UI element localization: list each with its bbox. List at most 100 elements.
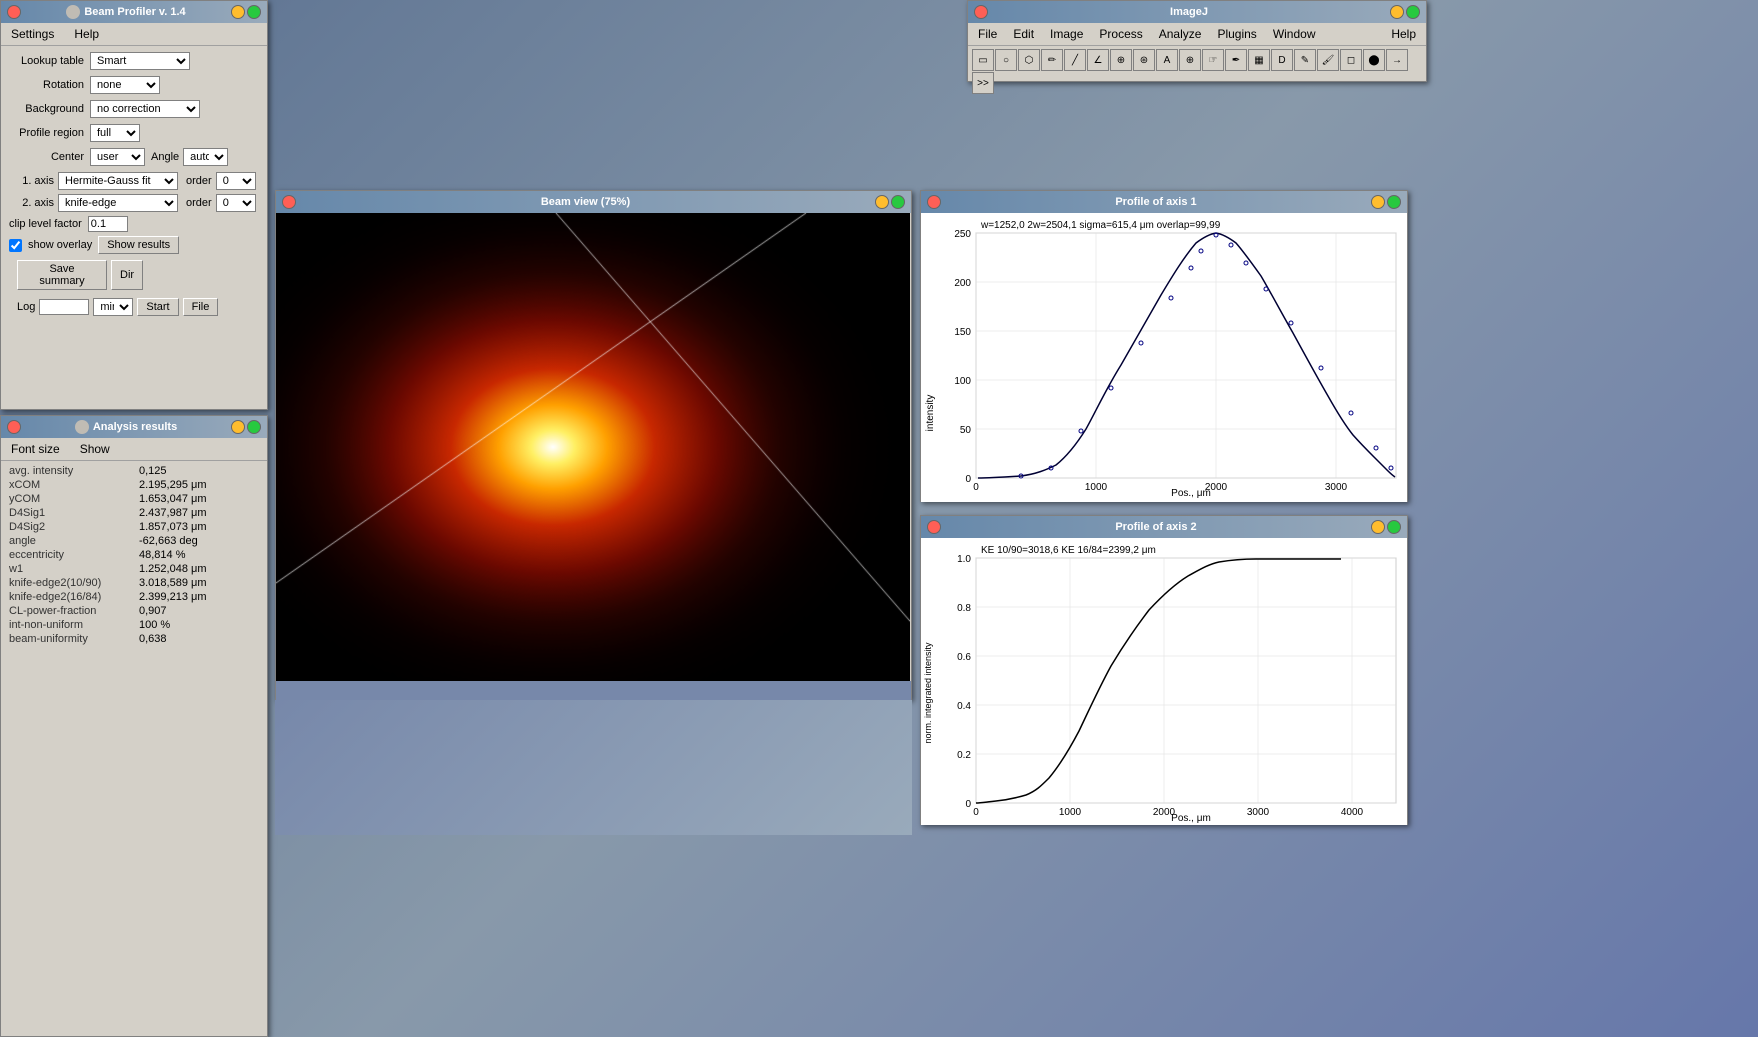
extra-btn[interactable]: >> <box>972 72 994 94</box>
close-btn[interactable] <box>7 5 21 19</box>
window-menu[interactable]: Window <box>1267 25 1322 43</box>
list-item: CL-power-fraction0,907 <box>9 605 259 617</box>
imagej-window: ImageJ File Edit Image Process Analyze P… <box>967 0 1427 82</box>
arrow-btn[interactable]: → <box>1386 49 1408 71</box>
dir-button[interactable]: Dir <box>111 260 143 290</box>
font-size-menu[interactable]: Font size <box>5 440 66 458</box>
max-btn[interactable] <box>247 5 261 19</box>
clip-level-row: clip level factor <box>9 216 259 232</box>
area-btn[interactable]: ▦ <box>1248 49 1270 71</box>
background-label: Background <box>9 103 84 115</box>
imagej-close-btn[interactable] <box>974 5 988 19</box>
imagej-titlebar: ImageJ <box>968 1 1426 23</box>
profile1-window: Profile of axis 1 w=1252,0 2w=2504,1 sig… <box>920 190 1408 502</box>
svg-text:KE 10/90=3018,6 KE 16/84=2399: KE 10/90=3018,6 KE 16/84=2399,2 μm <box>981 545 1156 556</box>
min-btn[interactable] <box>231 5 245 19</box>
svg-text:150: 150 <box>954 327 971 338</box>
analysis-close-btn[interactable] <box>7 420 21 434</box>
log-input[interactable] <box>39 299 89 315</box>
analysis-results-window: Analysis results Font size Show avg. int… <box>0 415 268 1037</box>
text-tool-btn[interactable]: A <box>1156 49 1178 71</box>
profile1-close-btn[interactable] <box>927 195 941 209</box>
axis2-order-select[interactable]: 01 <box>216 194 256 212</box>
lookup-table-select[interactable]: SmartFireGrays <box>90 52 190 70</box>
profile1-min-btn[interactable] <box>1371 195 1385 209</box>
beam-view-max-btn[interactable] <box>891 195 905 209</box>
log-min-select[interactable]: minmax <box>93 298 133 316</box>
save-dir-row: Save summary Dir <box>9 260 259 290</box>
svg-text:200: 200 <box>954 278 971 289</box>
point-tool-btn[interactable]: ⊕ <box>1110 49 1132 71</box>
clip-level-input[interactable] <box>88 216 128 232</box>
show-overlay-checkbox[interactable] <box>9 239 22 252</box>
plugins-menu[interactable]: Plugins <box>1211 25 1262 43</box>
axis1-order-select[interactable]: 012 <box>216 172 256 190</box>
svg-text:2000: 2000 <box>1153 807 1176 818</box>
log-label: Log <box>17 301 35 313</box>
analysis-max-btn[interactable] <box>247 420 261 434</box>
list-item: xCOM2.195,295 μm <box>9 479 259 491</box>
profile2-close-btn[interactable] <box>927 520 941 534</box>
edit-menu[interactable]: Edit <box>1007 25 1040 43</box>
axis2-fit-select[interactable]: knife-edgeGauss fit <box>58 194 178 212</box>
rotation-select[interactable]: none90180 <box>90 76 160 94</box>
beam-profiler-titlebar: Beam Profiler v. 1.4 <box>1 1 267 23</box>
center-select[interactable]: userauto <box>90 148 145 166</box>
fill-btn[interactable]: ⬤ <box>1363 49 1385 71</box>
file-button[interactable]: File <box>183 298 219 316</box>
imagej-max-btn[interactable] <box>1406 5 1420 19</box>
svg-text:2000: 2000 <box>1205 482 1228 493</box>
profile2-min-btn[interactable] <box>1371 520 1385 534</box>
background-select[interactable]: no correctionconstant <box>90 100 200 118</box>
svg-text:50: 50 <box>960 425 972 436</box>
dev-btn[interactable]: D <box>1271 49 1293 71</box>
angle-select[interactable]: auto045 <box>183 148 228 166</box>
help-menu[interactable]: Help <box>68 25 105 43</box>
axis2-order-label: order <box>186 197 212 209</box>
save-summary-button[interactable]: Save summary <box>17 260 107 290</box>
process-menu[interactable]: Process <box>1093 25 1148 43</box>
analysis-min-btn[interactable] <box>231 420 245 434</box>
brush-btn[interactable]: 🖌 <box>1317 49 1339 71</box>
svg-text:0.2: 0.2 <box>957 750 971 761</box>
pencil-btn[interactable]: ✎ <box>1294 49 1316 71</box>
help-imagej-menu[interactable]: Help <box>1385 25 1422 43</box>
freehand-tool-btn[interactable]: ✏ <box>1041 49 1063 71</box>
beam-view-title: Beam view (75%) <box>541 196 630 208</box>
imagej-toolbar: ▭ ○ ⬡ ✏ ╱ ∠ ⊕ ⊛ A ⊕ ☞ ✒ ▦ D ✎ 🖌 ◻ ⬤ → >> <box>968 46 1426 97</box>
zoom-tool-btn[interactable]: ⊕ <box>1179 49 1201 71</box>
axis1-fit-select[interactable]: Hermite-Gauss fitGauss fit <box>58 172 178 190</box>
show-menu[interactable]: Show <box>74 440 116 458</box>
profile2-max-btn[interactable] <box>1387 520 1401 534</box>
color-picker-btn[interactable]: ✒ <box>1225 49 1247 71</box>
file-menu[interactable]: File <box>972 25 1003 43</box>
imagej-title: ImageJ <box>1170 6 1208 18</box>
beam-profiler-menubar: Settings Help <box>1 23 267 46</box>
show-results-button[interactable]: Show results <box>98 236 179 254</box>
angle-tool-btn[interactable]: ∠ <box>1087 49 1109 71</box>
start-button[interactable]: Start <box>137 298 178 316</box>
svg-text:Pos., μm: Pos., μm <box>1171 813 1211 824</box>
beam-view-close-btn[interactable] <box>282 195 296 209</box>
axis1-label: 1. axis <box>9 175 54 187</box>
profile-region-select[interactable]: fullcustom <box>90 124 140 142</box>
analyze-menu[interactable]: Analyze <box>1153 25 1208 43</box>
profile1-max-btn[interactable] <box>1387 195 1401 209</box>
rect-tool-btn[interactable]: ▭ <box>972 49 994 71</box>
oval-tool-btn[interactable]: ○ <box>995 49 1017 71</box>
profile2-title: Profile of axis 2 <box>1115 521 1196 533</box>
svg-text:intensity: intensity <box>925 395 936 432</box>
image-menu[interactable]: Image <box>1044 25 1089 43</box>
svg-text:0.8: 0.8 <box>957 603 971 614</box>
hand-tool-btn[interactable]: ☞ <box>1202 49 1224 71</box>
settings-menu[interactable]: Settings <box>5 25 60 43</box>
svg-text:1000: 1000 <box>1085 482 1108 493</box>
analysis-menubar: Font size Show <box>1 438 267 461</box>
rubber-btn[interactable]: ◻ <box>1340 49 1362 71</box>
line-tool-btn[interactable]: ╱ <box>1064 49 1086 71</box>
poly-tool-btn[interactable]: ⬡ <box>1018 49 1040 71</box>
wand-tool-btn[interactable]: ⊛ <box>1133 49 1155 71</box>
imagej-min-btn[interactable] <box>1390 5 1404 19</box>
list-item: knife-edge2(16/84)2.399,213 μm <box>9 591 259 603</box>
beam-view-min-btn[interactable] <box>875 195 889 209</box>
